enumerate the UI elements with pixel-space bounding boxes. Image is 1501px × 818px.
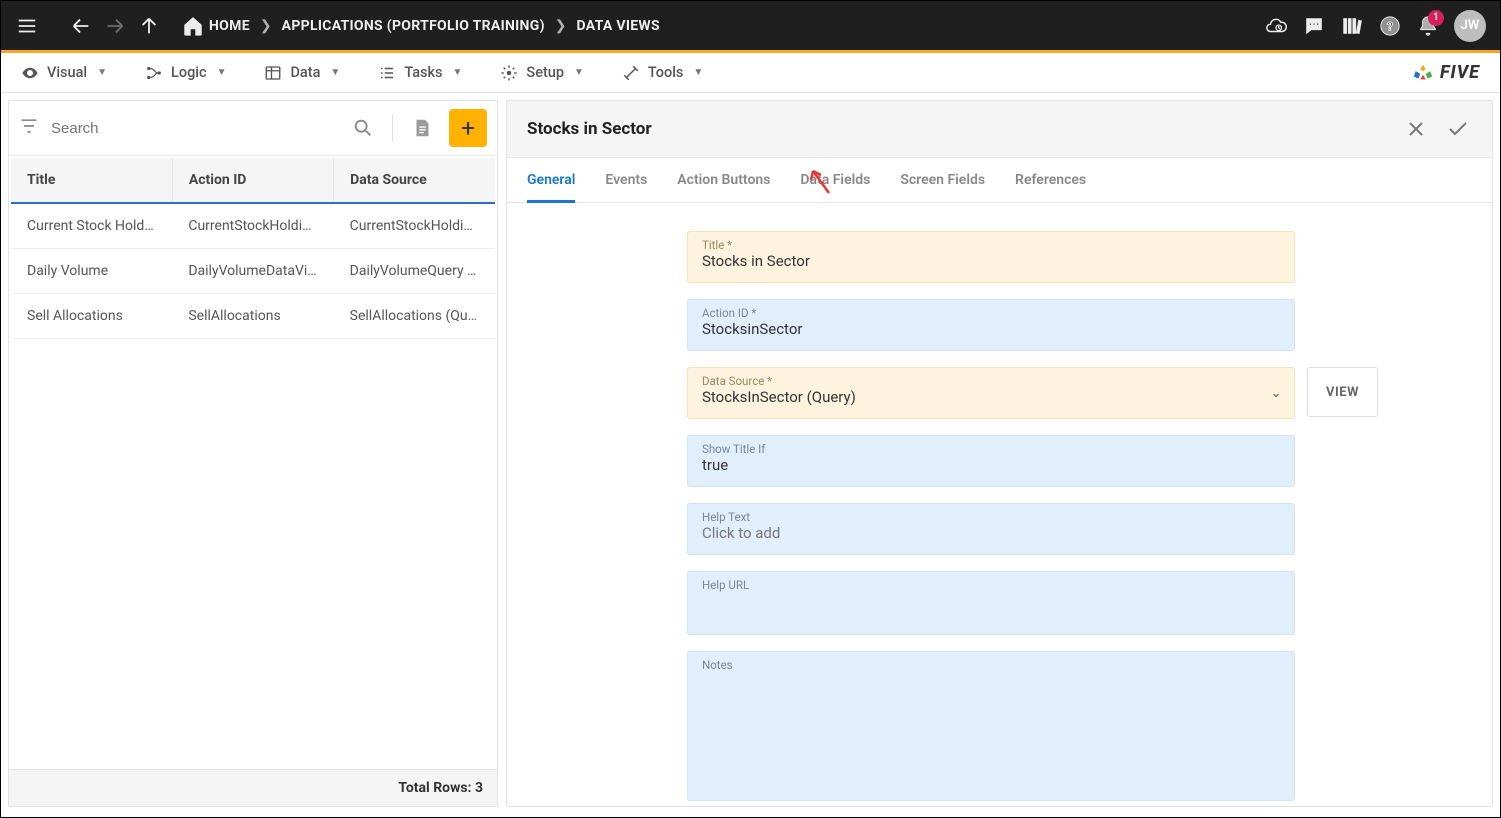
field-data-source[interactable]: Data Source * StocksInSector (Query) ⌄ bbox=[687, 367, 1295, 419]
col-action[interactable]: Action ID bbox=[172, 158, 333, 203]
tab-general[interactable]: General bbox=[527, 158, 575, 203]
right-panel: Stocks in Sector General Events Action B… bbox=[506, 100, 1493, 807]
hamburger-icon[interactable] bbox=[15, 14, 39, 38]
crumb-home[interactable]: HOME bbox=[209, 18, 250, 34]
avatar[interactable]: JW bbox=[1454, 10, 1486, 42]
data-grid: Title Action ID Data Source Current Stoc… bbox=[11, 158, 495, 339]
brand-logo: FIVE bbox=[1412, 62, 1480, 84]
table-row[interactable]: Current Stock Holdi…CurrentStockHoldingC… bbox=[11, 203, 495, 249]
tab-screen-fields[interactable]: Screen Fields bbox=[900, 158, 985, 202]
search-icon[interactable] bbox=[344, 109, 382, 147]
field-help-url[interactable]: Help URL bbox=[687, 571, 1295, 635]
menu-setup[interactable]: Setup▼ bbox=[500, 64, 584, 82]
menu-data[interactable]: Data▼ bbox=[264, 64, 340, 82]
grid-footer: Total Rows: 3 bbox=[9, 769, 497, 806]
table-row[interactable]: Daily VolumeDailyVolumeDataVi…DailyVolum… bbox=[11, 249, 495, 294]
form-area: Title * Stocks in Sector Action ID * Sto… bbox=[507, 203, 1492, 806]
help-icon[interactable]: ? bbox=[1378, 14, 1402, 38]
up-icon[interactable] bbox=[137, 14, 161, 38]
library-icon[interactable] bbox=[1340, 14, 1364, 38]
check-icon[interactable] bbox=[1444, 115, 1472, 143]
menu-tools[interactable]: Tools▼ bbox=[622, 64, 703, 82]
forward-icon bbox=[103, 14, 127, 38]
tab-events[interactable]: Events bbox=[605, 158, 647, 202]
menu-tasks[interactable]: Tasks▼ bbox=[378, 64, 462, 82]
home-icon[interactable] bbox=[181, 14, 205, 38]
tab-data-fields[interactable]: Data Fields bbox=[800, 158, 870, 202]
left-toolbar: + bbox=[9, 101, 497, 156]
topbar: HOME ❯ APPLICATIONS (PORTFOLIO TRAINING)… bbox=[1, 1, 1500, 53]
search-input[interactable] bbox=[47, 114, 336, 143]
field-help-text[interactable]: Help Text Click to add bbox=[687, 503, 1295, 555]
field-action-id[interactable]: Action ID * StocksinSector bbox=[687, 299, 1295, 351]
crumb-applications[interactable]: APPLICATIONS (PORTFOLIO TRAINING) bbox=[282, 18, 545, 34]
table-row[interactable]: Sell AllocationsSellAllocationsSellAlloc… bbox=[11, 294, 495, 339]
back-icon[interactable] bbox=[69, 14, 93, 38]
chat-icon[interactable] bbox=[1302, 14, 1326, 38]
left-panel: + Title Action ID Data Source Current St… bbox=[8, 100, 498, 807]
tab-action-buttons[interactable]: Action Buttons bbox=[677, 158, 770, 202]
document-icon[interactable] bbox=[403, 109, 441, 147]
chevron-right-icon: ❯ bbox=[260, 18, 272, 34]
crumb-dataviews[interactable]: DATA VIEWS bbox=[577, 18, 660, 34]
tab-references[interactable]: References bbox=[1015, 158, 1086, 202]
view-button[interactable]: VIEW bbox=[1307, 367, 1378, 417]
chevron-down-icon: ⌄ bbox=[1270, 385, 1282, 401]
chevron-right-icon: ❯ bbox=[555, 18, 567, 34]
add-button[interactable]: + bbox=[449, 109, 487, 147]
menu-logic[interactable]: Logic▼ bbox=[145, 64, 226, 82]
tabs: General Events Action Buttons Data Field… bbox=[507, 158, 1492, 203]
breadcrumb: HOME ❯ APPLICATIONS (PORTFOLIO TRAINING)… bbox=[181, 14, 660, 38]
filter-icon[interactable] bbox=[19, 116, 39, 140]
col-source[interactable]: Data Source bbox=[334, 158, 495, 203]
field-show-title-if[interactable]: Show Title If true bbox=[687, 435, 1295, 487]
main-split: + Title Action ID Data Source Current St… bbox=[1, 93, 1500, 814]
close-icon[interactable] bbox=[1402, 115, 1430, 143]
notification-icon[interactable]: 1 bbox=[1416, 14, 1440, 38]
menu-visual[interactable]: Visual▼ bbox=[21, 64, 107, 82]
menubar: Visual▼ Logic▼ Data▼ Tasks▼ Setup▼ Tools… bbox=[1, 53, 1500, 93]
field-notes[interactable]: Notes bbox=[687, 651, 1295, 801]
cloud-sync-icon[interactable] bbox=[1264, 14, 1288, 38]
field-title[interactable]: Title * Stocks in Sector bbox=[687, 231, 1295, 283]
notification-badge: 1 bbox=[1428, 10, 1444, 26]
svg-text:?: ? bbox=[1387, 19, 1393, 33]
page-title: Stocks in Sector bbox=[527, 119, 652, 139]
col-title[interactable]: Title bbox=[11, 158, 172, 203]
